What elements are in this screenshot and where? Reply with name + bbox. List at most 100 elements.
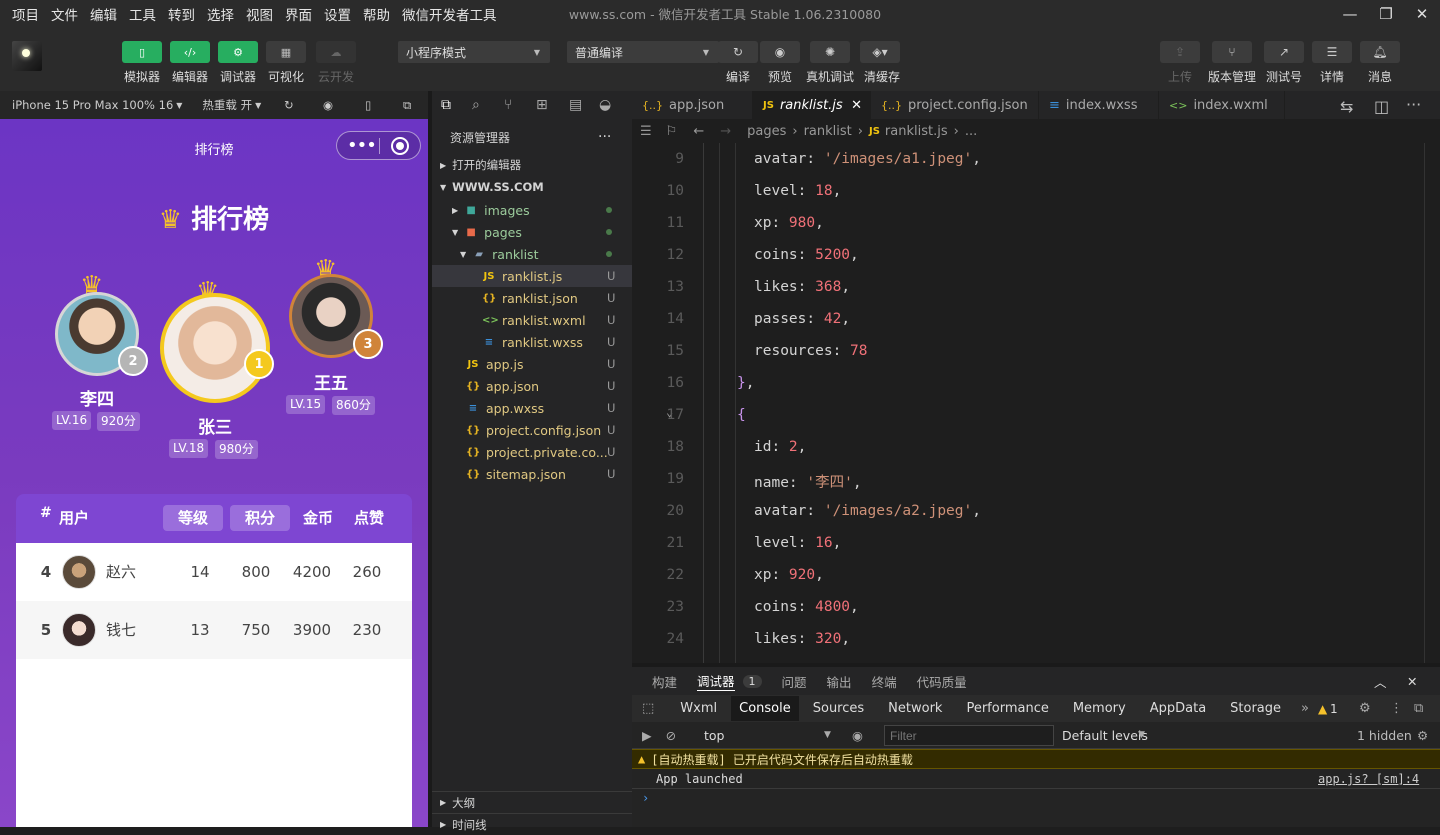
clear-cache-label[interactable]: 清缓存	[852, 68, 912, 85]
tab-build[interactable]: 构建	[652, 672, 677, 691]
gear-icon[interactable]: ⚙	[1359, 701, 1371, 716]
tree-item-app-wxss[interactable]: ≡ app.wxss U	[432, 397, 632, 419]
popout-icon[interactable]: ⧉	[403, 98, 411, 113]
tree-item-pages[interactable]: ▼ ■ pages	[432, 221, 632, 243]
tab-sources[interactable]: Sources	[813, 701, 864, 716]
tab-storage[interactable]: Storage	[1230, 701, 1281, 716]
compare-icon[interactable]: ⇆	[1340, 97, 1353, 116]
tree-item-app-json[interactable]: {} app.json U	[432, 375, 632, 397]
menu-view[interactable]: 视图	[240, 4, 279, 24]
menu-select[interactable]: 选择	[201, 4, 240, 24]
gear-icon[interactable]: ⚙	[1417, 728, 1428, 743]
close-mp-icon[interactable]	[391, 137, 409, 155]
tree-item-sitemap[interactable]: {} sitemap.json U	[432, 463, 632, 485]
code-editor[interactable]: ⌄ 9 avatar: '/images/a1.jpeg', 10 level: 18…	[632, 143, 1440, 663]
tree-item-images[interactable]: ▶ ■ images	[432, 199, 632, 221]
branch-icon[interactable]: ⑂	[1212, 41, 1252, 63]
tree-item-ranklist-wxss[interactable]: ≡ ranklist.wxss U	[432, 331, 632, 353]
tab-network[interactable]: Network	[888, 701, 942, 716]
bug-icon[interactable]: ✺	[810, 41, 850, 63]
close-window-icon[interactable]: ✕	[1404, 0, 1440, 27]
debug-icon[interactable]: ⚙	[218, 41, 258, 63]
code-icon[interactable]: ‹/›	[170, 41, 210, 63]
levels-select[interactable]: Default levels	[1062, 728, 1148, 743]
kebab-icon[interactable]: ⋮	[1390, 701, 1403, 716]
remote-debug-label[interactable]: 真机调试	[800, 68, 860, 85]
outline-section[interactable]: ▶ 大纲	[432, 791, 632, 813]
dock-icon[interactable]: ⧉	[1414, 701, 1423, 716]
col-level[interactable]: 等级	[163, 505, 223, 531]
files-icon[interactable]: ⧉	[441, 97, 451, 113]
phone-icon[interactable]: ▯	[365, 98, 371, 112]
external-icon[interactable]: ↗	[1264, 41, 1304, 63]
inspect-icon[interactable]: ⬚	[642, 701, 654, 716]
open-editors-section[interactable]: ▶ 打开的编辑器	[432, 154, 632, 176]
refresh-icon[interactable]: ↻	[718, 41, 758, 63]
tree-item-ranklist[interactable]: ▼ ▰ ranklist	[432, 243, 632, 265]
extensions-icon[interactable]: ⊞	[536, 97, 548, 113]
tab-console[interactable]: Console	[731, 696, 799, 721]
log-source-link[interactable]: app.js? [sm]:4	[1318, 772, 1419, 786]
source-control-icon[interactable]: ⑂	[504, 97, 512, 113]
tab-debugger[interactable]: 调试器	[697, 671, 735, 691]
device-select[interactable]: iPhone 15 Pro Max 100% 16	[12, 98, 173, 112]
workspace-root[interactable]: ▼ WWW.SS.COM	[432, 176, 632, 198]
tab-performance[interactable]: Performance	[966, 701, 1048, 716]
tree-item-ranklist-json[interactable]: {} ranklist.json U	[432, 287, 632, 309]
eye-icon[interactable]: ◉	[760, 41, 800, 63]
close-icon[interactable]: ✕	[1407, 674, 1417, 689]
table-row[interactable]: 5 钱七 13 750 3900 230	[16, 601, 412, 659]
docker-icon[interactable]: ◒	[599, 97, 611, 113]
tab-problems[interactable]: 问题	[782, 672, 807, 691]
bookmark-icon[interactable]: ⚐	[666, 124, 678, 139]
phone-icon[interactable]: ▯	[122, 41, 162, 63]
minimize-icon[interactable]: —	[1332, 0, 1368, 27]
chevron-up-icon[interactable]: ︿	[1374, 672, 1387, 691]
rotate-icon[interactable]: ↻	[284, 98, 294, 112]
more-icon[interactable]: •••	[347, 135, 377, 156]
tree-item-project-config[interactable]: {} project.config.json U	[432, 419, 632, 441]
filter-input[interactable]	[884, 725, 1054, 746]
crumb-more[interactable]: ...	[965, 124, 977, 139]
crumb-file[interactable]: ranklist.js	[885, 124, 948, 139]
tab-project-config[interactable]: {..} project.config.json	[871, 91, 1039, 119]
back-icon[interactable]: ←	[693, 124, 704, 139]
tab-app-json[interactable]: {..} app.json	[632, 91, 753, 119]
message-label[interactable]: 消息	[1350, 68, 1410, 85]
split-editor-icon[interactable]: ◫	[1374, 97, 1389, 116]
tab-appdata[interactable]: AppData	[1150, 701, 1206, 716]
tab-ranklist-js[interactable]: JS ranklist.js ✕	[753, 91, 871, 119]
more-icon[interactable]: ···	[598, 129, 611, 145]
warning-icon[interactable]: ▲	[1318, 702, 1327, 716]
list-icon[interactable]: ☰	[640, 124, 652, 139]
menu-file[interactable]: 文件	[45, 4, 84, 24]
crumb-ranklist[interactable]: ranklist	[804, 124, 852, 139]
tree-item-project-private[interactable]: {} project.private.co... U	[432, 441, 632, 463]
tab-index-wxml[interactable]: <> index.wxml	[1159, 91, 1285, 119]
more-tabs-icon[interactable]: »	[1301, 701, 1309, 716]
restore-icon[interactable]: ❐	[1368, 0, 1404, 27]
tab-output[interactable]: 输出	[827, 672, 852, 691]
console-prompt-icon[interactable]: ›	[642, 791, 649, 805]
tab-wxml[interactable]: Wxml	[680, 701, 717, 716]
avatar[interactable]	[160, 293, 270, 403]
sidebar-toggle-icon[interactable]: ▶	[642, 728, 652, 743]
table-row[interactable]: 4 赵六 14 800 4200 260	[16, 543, 412, 601]
panel-icon[interactable]: ▤	[569, 97, 582, 113]
menu-icon[interactable]: ☰	[1312, 41, 1352, 63]
more-icon[interactable]: ···	[1406, 95, 1421, 114]
tree-item-ranklist-js[interactable]: JS ranklist.js U	[432, 265, 632, 287]
menu-wechat-devtools[interactable]: 微信开发者工具	[396, 4, 503, 24]
mode-select[interactable]: 小程序模式 ▼	[398, 41, 550, 63]
forward-icon[interactable]: →	[720, 124, 731, 139]
context-select[interactable]: top	[704, 728, 724, 743]
tab-memory[interactable]: Memory	[1073, 701, 1126, 716]
col-likes[interactable]: 点赞	[348, 505, 390, 531]
col-coins[interactable]: 金币	[296, 505, 340, 531]
menu-interface[interactable]: 界面	[279, 4, 318, 24]
close-icon[interactable]: ✕	[851, 98, 862, 113]
record-icon[interactable]: ◉	[323, 98, 333, 112]
tree-item-app-js[interactable]: JS app.js U	[432, 353, 632, 375]
col-score[interactable]: 积分	[230, 505, 290, 531]
mp-capsule[interactable]: •••	[336, 131, 421, 160]
